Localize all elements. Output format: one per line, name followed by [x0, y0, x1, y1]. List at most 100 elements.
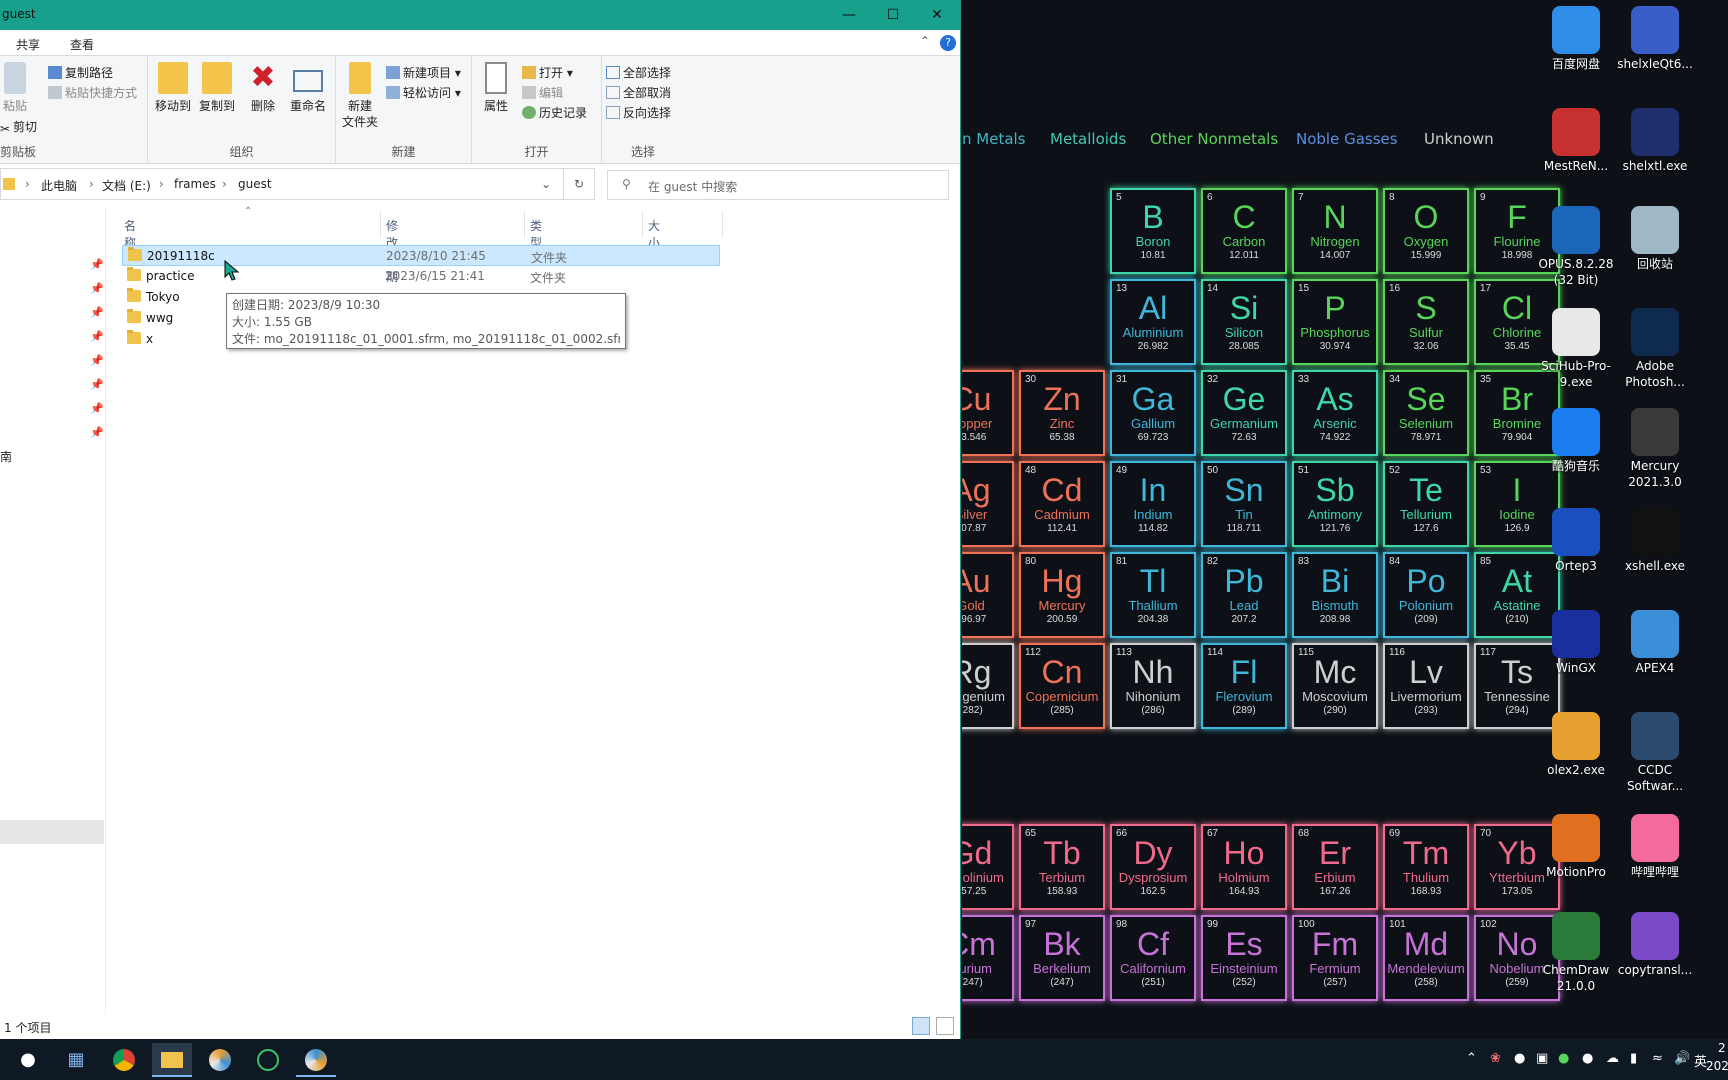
tab-share[interactable]: 共享 — [16, 36, 40, 53]
tray-display-icon[interactable]: ▣ — [1536, 1051, 1548, 1066]
new-item-button[interactable]: 新建项目 ▾ — [386, 64, 461, 81]
atomic-number: 97 — [1025, 919, 1037, 930]
volume-icon[interactable]: 🔊 — [1674, 1051, 1690, 1066]
easy-access-button[interactable]: 轻松访问 ▾ — [386, 84, 461, 101]
atomic-number: 5 — [1116, 192, 1122, 203]
file-name: x — [146, 332, 154, 346]
desktop: n Metals Metalloids Other Nonmetals Noble G… — [962, 0, 1728, 1039]
desktop-shortcut[interactable]: shelxleQt6... — [1612, 6, 1698, 72]
refresh-button[interactable]: ↻ — [563, 168, 595, 200]
element-name: Nihonium — [1125, 689, 1181, 704]
cut-button[interactable]: ✂ 剪切 — [0, 118, 37, 136]
file-explorer-taskbar-icon[interactable] — [152, 1043, 192, 1077]
clock-date[interactable]: 202 — [1706, 1059, 1728, 1073]
chemdraw-taskbar-icon[interactable] — [248, 1043, 288, 1077]
element-cell: 83 Bi Bismuth 208.98 — [1292, 552, 1378, 638]
file-row[interactable]: practice 2023/6/15 21:41 文件夹 — [122, 266, 720, 287]
nav-item-highlight[interactable] — [0, 820, 104, 844]
properties-button[interactable]: 属性 — [480, 62, 512, 114]
select-none-button[interactable]: 全部取消 — [606, 84, 671, 101]
title-bar[interactable]: guest — ☐ ✕ — [0, 0, 960, 30]
crumb-frames[interactable]: frames — [174, 177, 216, 191]
desktop-shortcut-label: shelxleQt6... — [1617, 57, 1693, 71]
minimize-button[interactable]: — — [826, 0, 872, 30]
desktop-shortcut[interactable]: MestReN... — [1533, 108, 1619, 174]
help-icon[interactable]: ? — [940, 35, 956, 51]
desktop-shortcut[interactable]: ChemDraw 21.0.0 — [1533, 912, 1619, 994]
tab-view[interactable]: 查看 — [70, 36, 94, 53]
desktop-shortcut[interactable]: SciHub-Pro-9.exe — [1533, 308, 1619, 390]
collapse-ribbon-icon[interactable]: ⌃ — [920, 34, 930, 48]
desktop-shortcut[interactable]: xshell.exe — [1612, 508, 1698, 574]
large-icons-view-icon[interactable] — [936, 1017, 954, 1035]
move-to-button[interactable]: 移动到 — [152, 62, 194, 114]
clock-time[interactable]: 2 — [1718, 1041, 1726, 1055]
maximize-button[interactable]: ☐ — [870, 0, 916, 30]
desktop-shortcut[interactable]: Ortep3 — [1533, 508, 1619, 574]
atomic-number: 81 — [1116, 556, 1128, 567]
copy-to-button[interactable]: 复制到 — [196, 62, 238, 114]
tray-app-icon[interactable]: ❀ — [1490, 1051, 1501, 1066]
nav-item-partial[interactable]: 南 — [0, 448, 12, 465]
new-folder-button[interactable]: 新建 文件夹 — [340, 62, 380, 130]
wifi-icon[interactable]: ≈ — [1652, 1051, 1663, 1066]
olex2-active-taskbar-icon[interactable] — [296, 1043, 336, 1077]
atomic-mass: 14.007 — [1319, 250, 1351, 261]
desktop-shortcut[interactable]: OPUS.8.2.28 (32 Bit) — [1533, 206, 1619, 288]
paste-shortcut-button[interactable]: 粘贴快捷方式 — [48, 84, 137, 101]
desktop-shortcut[interactable]: 酷狗音乐 — [1533, 408, 1619, 474]
edit-button[interactable]: 编辑 — [522, 84, 563, 101]
calculator-icon[interactable]: ▦ — [56, 1043, 96, 1077]
olex2-taskbar-icon[interactable] — [200, 1043, 240, 1077]
microphone-icon[interactable]: ● — [1514, 1051, 1525, 1066]
history-button[interactable]: 历史记录 — [522, 104, 587, 121]
crumb-drive[interactable]: 文档 (E:) — [102, 177, 151, 194]
file-name: 20191118c — [147, 249, 215, 263]
chrome-icon[interactable] — [104, 1043, 144, 1077]
rename-button[interactable]: 重命名 — [286, 62, 330, 114]
paste-button[interactable]: 粘贴 — [0, 62, 30, 114]
tray-cloud-icon[interactable]: ☁ — [1606, 1051, 1619, 1066]
close-button[interactable]: ✕ — [914, 0, 960, 30]
desktop-shortcut[interactable]: shelxtl.exe — [1612, 108, 1698, 174]
tray-qq-icon[interactable]: ● — [1582, 1051, 1593, 1066]
address-bar[interactable]: › 此电脑 › 文档 (E:) › frames › guest ⌄ — [0, 168, 595, 200]
legend-item: Unknown — [1424, 130, 1494, 148]
element-symbol: Lv — [1409, 654, 1443, 690]
element-symbol: Se — [1406, 381, 1446, 417]
desktop-shortcut[interactable]: 哔哩哔哩 — [1612, 814, 1698, 880]
file-row[interactable]: 20191118c 2023/8/10 21:45 文件夹 — [122, 245, 720, 266]
desktop-shortcut[interactable]: olex2.exe — [1533, 712, 1619, 778]
tray-chevron-icon[interactable]: ⌃ — [1466, 1051, 1477, 1066]
tooltip-created: 创建日期: 2023/8/9 10:30 — [232, 298, 381, 312]
desktop-shortcut[interactable]: Mercury 2021.3.0 — [1612, 408, 1698, 490]
element-symbol: Po — [1406, 563, 1446, 599]
desktop-shortcut[interactable]: WinGX — [1533, 610, 1619, 676]
tray-wechat-icon[interactable]: ● — [1558, 1051, 1569, 1066]
desktop-shortcut[interactable]: Adobe Photosh... — [1612, 308, 1698, 390]
crumb-this-pc[interactable]: 此电脑 — [41, 177, 77, 194]
desktop-shortcut[interactable]: copytransl... — [1612, 912, 1698, 978]
element-name: Selenium — [1398, 416, 1454, 431]
address-dropdown-icon[interactable]: ⌄ — [541, 177, 551, 191]
atomic-number: 53 — [1480, 465, 1492, 476]
folder-icon — [127, 309, 141, 323]
desktop-shortcut[interactable]: 回收站 — [1612, 206, 1698, 272]
wechat-icon[interactable]: ● — [8, 1043, 48, 1077]
element-cell: 50 Sn Tin 118.711 — [1201, 461, 1287, 547]
copy-path-button[interactable]: 复制路径 — [48, 64, 113, 81]
select-all-button[interactable]: 全部选择 — [606, 64, 671, 81]
battery-icon[interactable]: ▮ — [1630, 1051, 1637, 1066]
invert-selection-button[interactable]: 反向选择 — [606, 104, 671, 121]
delete-button[interactable]: ✖ 删除 — [246, 62, 280, 114]
crumb-guest[interactable]: guest — [238, 177, 272, 191]
search-box[interactable]: ⚲ 在 guest 中搜索 — [607, 170, 949, 200]
details-view-icon[interactable] — [912, 1017, 930, 1035]
desktop-shortcut[interactable]: APEX4 — [1612, 610, 1698, 676]
desktop-shortcut[interactable]: CCDC Softwar... — [1612, 712, 1698, 794]
group-organize: 移动到 复制到 ✖ 删除 重命名 组织 — [148, 56, 336, 164]
element-cell: CmCurium(247) — [962, 915, 1014, 1001]
desktop-shortcut[interactable]: MotionPro — [1533, 814, 1619, 880]
open-button[interactable]: 打开 ▾ — [522, 64, 573, 81]
desktop-shortcut[interactable]: 百度网盘 — [1533, 6, 1619, 72]
